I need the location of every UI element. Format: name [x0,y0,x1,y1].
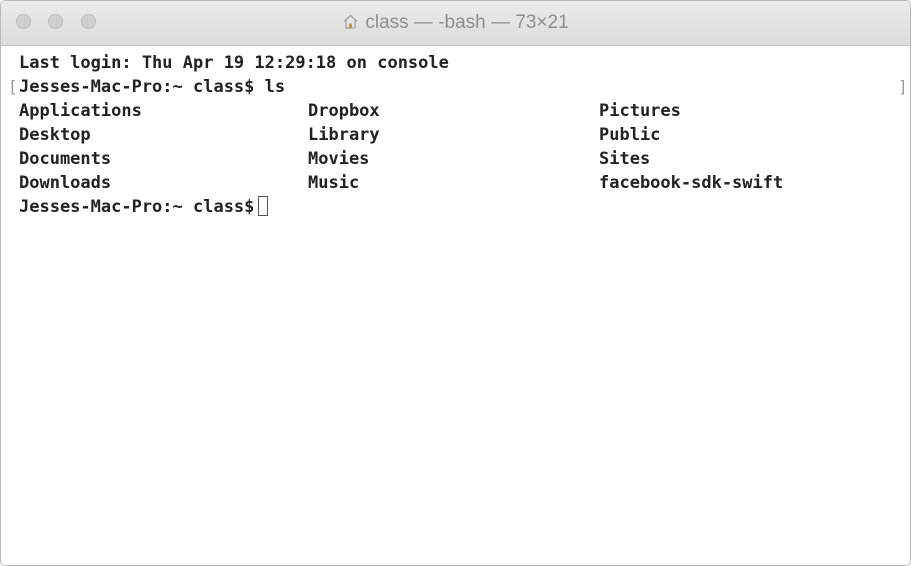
list-item: Sites [599,149,651,169]
list-item: Library [308,125,380,145]
current-prompt-text: Jesses-Mac-Pro:~ class$ [19,197,255,217]
list-item: Music [308,173,360,193]
list-item: Downloads [19,173,112,193]
title-bar[interactable]: class — -bash — 73×21 [1,1,910,46]
last-login-line: Last login: Thu Apr 19 12:29:18 on conso… [19,53,449,73]
list-item: Desktop [19,125,91,145]
mark-bracket-right: ] [898,77,908,96]
prompt-text: Jesses-Mac-Pro:~ class$ [19,77,255,97]
window-title-text: class — -bash — 73×21 [365,12,569,33]
terminal-content[interactable]: Last login: Thu Apr 19 12:29:18 on conso… [1,46,910,565]
text-cursor [258,196,269,216]
home-icon [342,13,359,36]
list-item: Pictures [599,101,681,121]
window-title: class — -bash — 73×21 [1,12,910,36]
list-item: Dropbox [308,101,380,121]
list-item: Documents [19,149,112,169]
list-item: Applications [19,101,142,121]
command-line: Jesses-Mac-Pro:~ class$ ls [19,75,285,99]
command-text: ls [264,77,286,97]
list-item: Public [599,125,661,145]
list-item: Movies [308,149,370,169]
mark-bracket-left: [ [8,77,18,96]
terminal-window: class — -bash — 73×21 Last login: Thu Ap… [0,0,911,566]
current-prompt-line: Jesses-Mac-Pro:~ class$ [19,195,269,219]
list-item: facebook-sdk-swift [599,173,784,193]
